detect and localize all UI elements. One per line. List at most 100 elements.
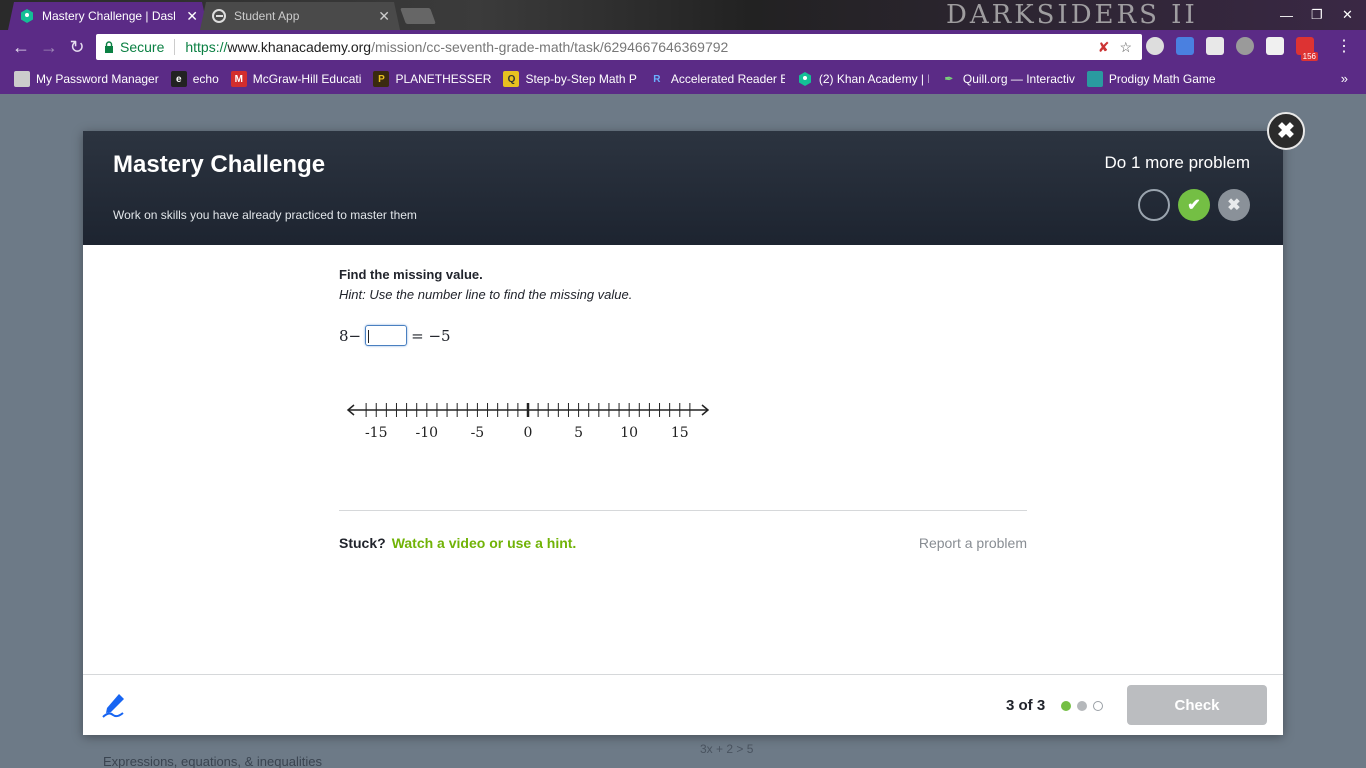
unicorn-extension-icon[interactable] [1266,37,1284,55]
tab-mastery-challenge[interactable]: Mastery Challenge | Dasl ✕ [8,2,208,30]
tick-label: 10 [620,425,638,441]
bookmark-label: Step-by-Step Math P [525,72,637,86]
equation-right: = −5 [411,326,451,345]
bookmark-label: echo [192,72,219,86]
section-divider [339,510,1027,511]
bookmark-prodigy[interactable]: Prodigy Math Game [1086,71,1216,87]
close-icon[interactable]: ✕ [378,8,390,25]
planethesser-icon: P [373,71,390,87]
bookmark-label: McGraw-Hill Educati [252,72,362,86]
address-bar[interactable]: Secure https:// www.khanacademy.org /mis… [96,34,1142,60]
clock-extension-icon[interactable] [1146,37,1164,55]
tick-label: 5 [574,425,583,441]
lock-icon [105,41,113,53]
tick-label: -10 [416,425,439,441]
question-hint: Hint: Use the number line to find the mi… [339,287,633,302]
tick-label: -15 [365,425,388,441]
tick-label: 15 [671,425,689,441]
bookmark-label: PLANETHESSER [395,72,492,86]
mail-count-badge: 156 [1300,52,1318,61]
bookmark-label: My Password Manager [36,72,159,86]
translate-extension-icon[interactable] [1176,37,1194,55]
bookmark-label: Prodigy Math Game [1108,72,1216,86]
background-inequality-text: 3x + 2 > 5 [700,742,754,756]
bookmark-echo[interactable]: e echo [170,71,219,87]
bookmarks-overflow-icon[interactable]: » [1341,71,1348,86]
theme-artwork: DARKSIDERS II [946,0,1198,30]
tab-label: Mastery Challenge | Dasl [42,9,176,23]
dot-current [1093,701,1103,711]
dot-completed [1061,701,1071,711]
tab-student-app[interactable]: Student App ✕ [200,2,400,30]
new-tab-button[interactable] [400,8,436,24]
reload-icon[interactable]: ↻ [66,36,88,58]
screenshot-extension-icon[interactable] [1206,37,1224,55]
secure-label: Secure [120,39,165,55]
stuck-section: Stuck? Watch a video or use a hint. [339,535,576,551]
background-unit-title: Expressions, equations, & inequalities [103,754,322,768]
modal-header: Mastery Challenge Work on skills you hav… [83,131,1283,245]
step-by-step-icon: Q [503,71,520,87]
bookmark-step-by-step[interactable]: Q Step-by-Step Math P [503,71,637,87]
progress-circles: ✔ ✖ [1138,189,1250,221]
bookmark-quill[interactable]: ✒ Quill.org — Interactiv [941,71,1075,87]
equation-left: 8− [339,326,362,345]
back-arrow-icon[interactable]: ← [10,36,32,58]
bookmark-password-manager[interactable]: My Password Manager [14,71,159,87]
url-scheme: https:// [185,39,228,55]
gear-extension-icon[interactable] [1236,37,1254,55]
tab-strip: Mastery Challenge | Dasl ✕ Student App ✕… [0,0,1366,30]
bookmark-khan-academy[interactable]: (2) Khan Academy | I [797,71,929,87]
dot-completed [1077,701,1087,711]
tick-label: 0 [524,425,533,441]
answer-input[interactable] [365,325,408,346]
window-close-icon[interactable]: ✕ [1342,0,1353,30]
browser-toolbar: ← → ↻ Secure https:// www.khanacademy.or… [0,30,1366,64]
tick-label: -5 [471,425,485,441]
problem-counter: 3 of 3 [1006,697,1046,714]
maximize-icon[interactable]: ❐ [1311,0,1323,30]
problem-text: Find the missing value. Hint: Use the nu… [339,267,632,302]
tab-label: Student App [234,9,300,23]
bookmark-label: (2) Khan Academy | I [818,72,929,86]
problem-dots [1061,701,1103,711]
forward-arrow-icon[interactable]: → [38,36,60,58]
minimize-icon[interactable]: — [1280,0,1293,30]
stuck-label: Stuck? [339,535,386,551]
question-title: Find the missing value. [339,267,483,282]
echo-icon: e [170,71,187,87]
mastery-challenge-modal: Mastery Challenge Work on skills you hav… [83,131,1283,735]
url-host: www.khanacademy.org [227,39,372,55]
khan-academy-icon [20,9,34,23]
bookmark-planethesser[interactable]: P PLANETHESSER [373,71,491,87]
x-circle-icon: ✖ [1218,189,1250,221]
bookmark-star-icon[interactable]: ☆ [1119,39,1132,56]
watch-video-hint-link[interactable]: Watch a video or use a hint. [392,535,577,551]
remaining-problems: Do 1 more problem [1104,153,1250,172]
omnibox-separator [174,39,176,55]
number-line: -15 -10 -5 0 5 10 15 [346,403,710,441]
accelerated-reader-icon: R [653,73,661,85]
check-button[interactable]: Check [1127,685,1267,725]
bookmarks-bar: My Password Manager e echo M McGraw-Hill… [0,64,1366,94]
report-problem-link[interactable]: Report a problem [919,535,1027,551]
bookmark-label: Accelerated Reader E [670,72,785,86]
close-modal-icon[interactable]: ✖ [1267,112,1305,150]
bookmark-mcgraw-hill[interactable]: M McGraw-Hill Educati [230,71,362,87]
edge-icon [212,9,226,23]
bookmark-accelerated-reader[interactable]: R Accelerated Reader E [649,71,785,87]
modal-footer: 3 of 3 Check [83,674,1283,735]
equation: 8− = −5 [339,325,451,346]
folder-icon [14,71,30,87]
khan-academy-icon [797,71,813,87]
bookmark-label: Quill.org — Interactiv [962,72,1075,86]
chrome-menu-icon[interactable]: ⋮ [1336,36,1352,56]
mail-extension-icon[interactable]: 156 [1296,37,1318,61]
blocked-popup-icon[interactable]: ✘ [1098,39,1110,56]
quill-feather-icon: ✒ [944,73,954,85]
pending-circle-icon [1138,189,1170,221]
modal-title: Mastery Challenge [113,151,326,178]
scratchpad-pencil-icon[interactable] [99,691,127,719]
close-icon[interactable]: ✕ [186,8,198,25]
check-circle-icon: ✔ [1178,189,1210,221]
